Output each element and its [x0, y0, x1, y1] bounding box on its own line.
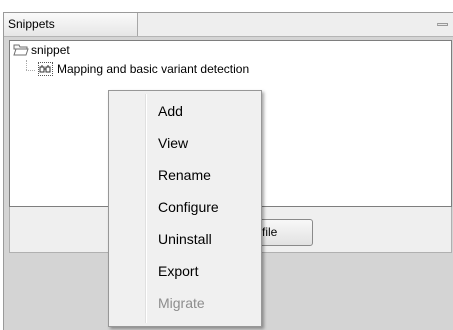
snippet-icon [38, 62, 53, 76]
menu-item-configure[interactable]: Configure [158, 195, 219, 219]
menu-item-uninstall[interactable]: Uninstall [158, 227, 212, 251]
menu-item-add[interactable]: Add [158, 99, 183, 123]
context-menu: Add View Rename Configure Uninstall Expo… [108, 90, 262, 327]
tab-snippets-label: Snippets [8, 17, 55, 31]
file-button-label: file [262, 225, 278, 239]
menu-item-export[interactable]: Export [158, 259, 198, 283]
tree-node-label: snippet [31, 43, 70, 57]
tree-connector [26, 60, 28, 70]
folder-open-icon [13, 44, 29, 56]
tree-connector [26, 70, 35, 72]
menu-item-view[interactable]: View [158, 131, 188, 155]
minimize-icon[interactable] [437, 23, 448, 26]
menu-item-rename[interactable]: Rename [158, 163, 211, 187]
menu-gutter-separator [145, 94, 147, 323]
panel-header: Snippets [4, 13, 453, 37]
tab-snippets[interactable]: Snippets [4, 13, 138, 36]
menu-item-migrate: Migrate [158, 295, 205, 311]
tree-node-label: Mapping and basic variant detection [57, 62, 250, 76]
